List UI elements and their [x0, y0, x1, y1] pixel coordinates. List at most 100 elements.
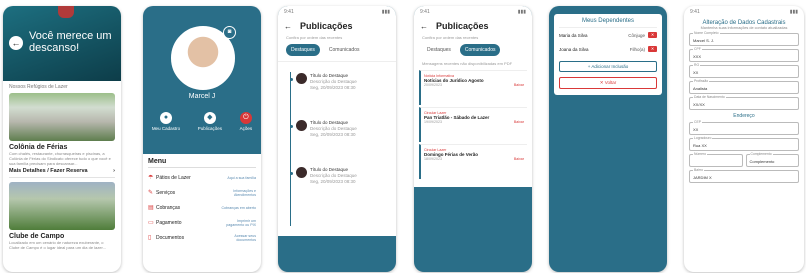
hero-banner: ← Você merece um descanso!: [3, 6, 121, 81]
field-value: Complemento: [749, 159, 775, 164]
birthdate-field[interactable]: Data de Nascimento XX/XX: [689, 95, 799, 110]
card-colonia[interactable]: Colônia de Férias Com chalés, restaurant…: [9, 93, 115, 178]
download-link[interactable]: Baixar: [514, 83, 524, 87]
list-item[interactable]: Título do Destaque Descrição do Destaque S…: [290, 113, 388, 160]
status-bar: 9:41 ▮▮▮: [420, 8, 526, 15]
delete-button[interactable]: ✕: [648, 32, 657, 38]
dependent-relation: Cônjuge: [628, 32, 645, 38]
document-icon: ▯: [148, 235, 152, 241]
field-value: XX: [693, 70, 699, 75]
item-date: Seg, 20/09/2023 08:30: [310, 179, 356, 184]
phone-screen-profile: ◙ Marcel J ● Meu Cadastro ◆ Publicações ⏻ A…: [143, 6, 261, 272]
phone-screen-publications-destaques: 9:41 ▮▮▮ ← Publicações Confira por ordem d…: [278, 6, 396, 272]
chevron-right-icon: ›: [113, 168, 115, 174]
menu-title: Menu: [148, 158, 256, 168]
profile-name: Marcel J: [188, 93, 216, 100]
profession-field[interactable]: Profissão Analista: [689, 79, 799, 94]
actions-button[interactable]: ⏻ Ações: [240, 112, 252, 131]
page-title: Alteração de Dados Cadastrais: [702, 20, 786, 26]
back-icon[interactable]: ←: [9, 36, 23, 50]
back-arrow-icon[interactable]: ←: [420, 22, 428, 31]
list-item[interactable]: Circular Lazer Domingo Férias de Verão 18/…: [419, 144, 527, 179]
phone-screen-home: ← Você merece um descanso! Nossos Refúgi…: [3, 6, 121, 272]
card-description: Localizado em um cenário de natureza exu…: [9, 240, 106, 250]
card-description: Com chalés, restaurante, churrasqueiras …: [9, 151, 111, 166]
tab-comunicados[interactable]: Comunicados: [324, 44, 365, 56]
menu-label: Pátios de Lazer: [156, 174, 191, 181]
phone-screen-edit-data: 9:41 ▮▮▮ Alteração de Dados Cadastrais Ma…: [684, 6, 804, 272]
hero-title: Você merece um descanso!: [29, 30, 112, 54]
add-dependent-button[interactable]: + Adicionar Inclusão: [559, 61, 657, 72]
card-clube[interactable]: Clube de Campo Localizado em um cenário …: [9, 182, 115, 255]
status-bar: 9:41 ▮▮▮: [690, 8, 798, 15]
page-title: Publicações: [300, 21, 353, 31]
menu-item-cobrancas[interactable]: ▤ Cobranças Cobranças em aberto: [148, 200, 256, 215]
item-date: Seg, 20/09/2023 08:30: [310, 132, 356, 137]
section-title: Nossos Refúgios de Lazer: [9, 84, 68, 90]
download-link[interactable]: Baixar: [514, 157, 524, 161]
field-label: Profissão: [693, 79, 710, 83]
dependent-row: Maria da Silva Cônjuge ✕: [559, 28, 657, 42]
menu-item-pagamento[interactable]: ▭ Pagamento Imprimir um pagamento ou PIX: [148, 215, 256, 230]
note: Mensagens recentes não disponibilizadas …: [422, 61, 513, 66]
menu-item-documentos[interactable]: ▯ Documentos Acessar seus documentos: [148, 230, 256, 245]
field-value: XX/XX: [693, 102, 705, 107]
item-date: 18/09/2023: [424, 157, 442, 161]
field-label: Data de Nascimento: [693, 95, 726, 99]
delete-button[interactable]: ✕: [648, 46, 657, 52]
card-title: Clube de Campo: [9, 233, 65, 240]
menu-item-servicos[interactable]: ✎ Serviços Informações e Atendimentos: [148, 185, 256, 200]
field-label: Bairro: [693, 168, 705, 172]
district-field[interactable]: Bairro JARDIM X: [689, 168, 799, 183]
cep-field[interactable]: CEP XX: [689, 120, 799, 135]
list-item[interactable]: Circular Lazer Pan Triatlão - Sábado de L…: [419, 107, 527, 142]
name-field[interactable]: Nome Completo Marcel S. J.: [689, 31, 799, 46]
megaphone-icon: ◆: [203, 112, 216, 124]
tab-destaques[interactable]: Destaques: [286, 44, 320, 56]
rg-field[interactable]: RG XX: [689, 63, 799, 78]
page-subtitle: Confira por ordem das recentes: [422, 35, 479, 40]
publications-button[interactable]: ◆ Publicações: [198, 112, 222, 131]
card-image: [9, 93, 115, 141]
address-section-title: Endereço: [733, 113, 755, 119]
field-label: Nome Completo: [693, 31, 720, 35]
list-item[interactable]: Notícia Informativa Notícias do Jurídico …: [419, 70, 527, 105]
tab-destaques[interactable]: Destaques: [422, 44, 456, 56]
tools-icon: ✎: [148, 190, 154, 196]
more-details-label: Mais Detalhes / Fazer Reserva: [9, 168, 88, 174]
field-label: CPF: [693, 47, 702, 51]
my-profile-button[interactable]: ● Meu Cadastro: [152, 112, 180, 131]
dependent-name: Maria da Silva: [559, 32, 588, 38]
field-label: Logradouro: [693, 136, 713, 140]
timeline: Título do Destaque Descrição do Destaque S…: [278, 61, 396, 236]
action-label: Publicações: [197, 126, 222, 131]
back-button[interactable]: ✕ Voltar: [559, 77, 657, 89]
invoice-icon: ▤: [148, 205, 154, 211]
phone-screen-dependents: Meus Dependentes Maria da Silva Cônjuge ✕ …: [549, 6, 667, 272]
logo-icon: [58, 6, 74, 18]
item-date: 19/09/2023: [424, 120, 442, 124]
field-label: CEP: [693, 120, 702, 124]
field-value: Analista: [693, 86, 708, 91]
back-arrow-icon[interactable]: ←: [284, 22, 292, 31]
dependent-relation: Filho(a): [629, 46, 645, 52]
camera-icon[interactable]: ◙: [223, 26, 236, 39]
street-field[interactable]: Logradouro Rua XX: [689, 136, 799, 151]
cpf-field[interactable]: CPF XXX: [689, 47, 799, 62]
menu-desc: Aqui a sua família: [227, 175, 256, 180]
card-image: [9, 182, 115, 230]
user-icon: ●: [159, 112, 172, 124]
menu-label: Serviços: [156, 189, 176, 196]
complement-field[interactable]: Complemento Complemento: [745, 152, 799, 167]
more-details-link[interactable]: Mais Detalhes / Fazer Reserva ›: [9, 168, 115, 178]
number-field[interactable]: Número: [689, 152, 743, 167]
item-date: 20/09/2023: [424, 83, 442, 87]
download-link[interactable]: Baixar: [514, 120, 524, 124]
umbrella-icon: ☂: [148, 175, 154, 181]
thumbnail: [296, 120, 307, 131]
menu-desc: Informações e Atendimentos: [233, 188, 256, 197]
list-item[interactable]: Título do Destaque Descrição do Destaque S…: [290, 160, 388, 207]
list-item[interactable]: Título do Destaque Descrição do Destaque S…: [290, 66, 388, 113]
tab-comunicados[interactable]: Comunicados: [459, 44, 501, 56]
menu-item-lazer[interactable]: ☂ Pátios de Lazer Aqui a sua família: [148, 170, 256, 185]
